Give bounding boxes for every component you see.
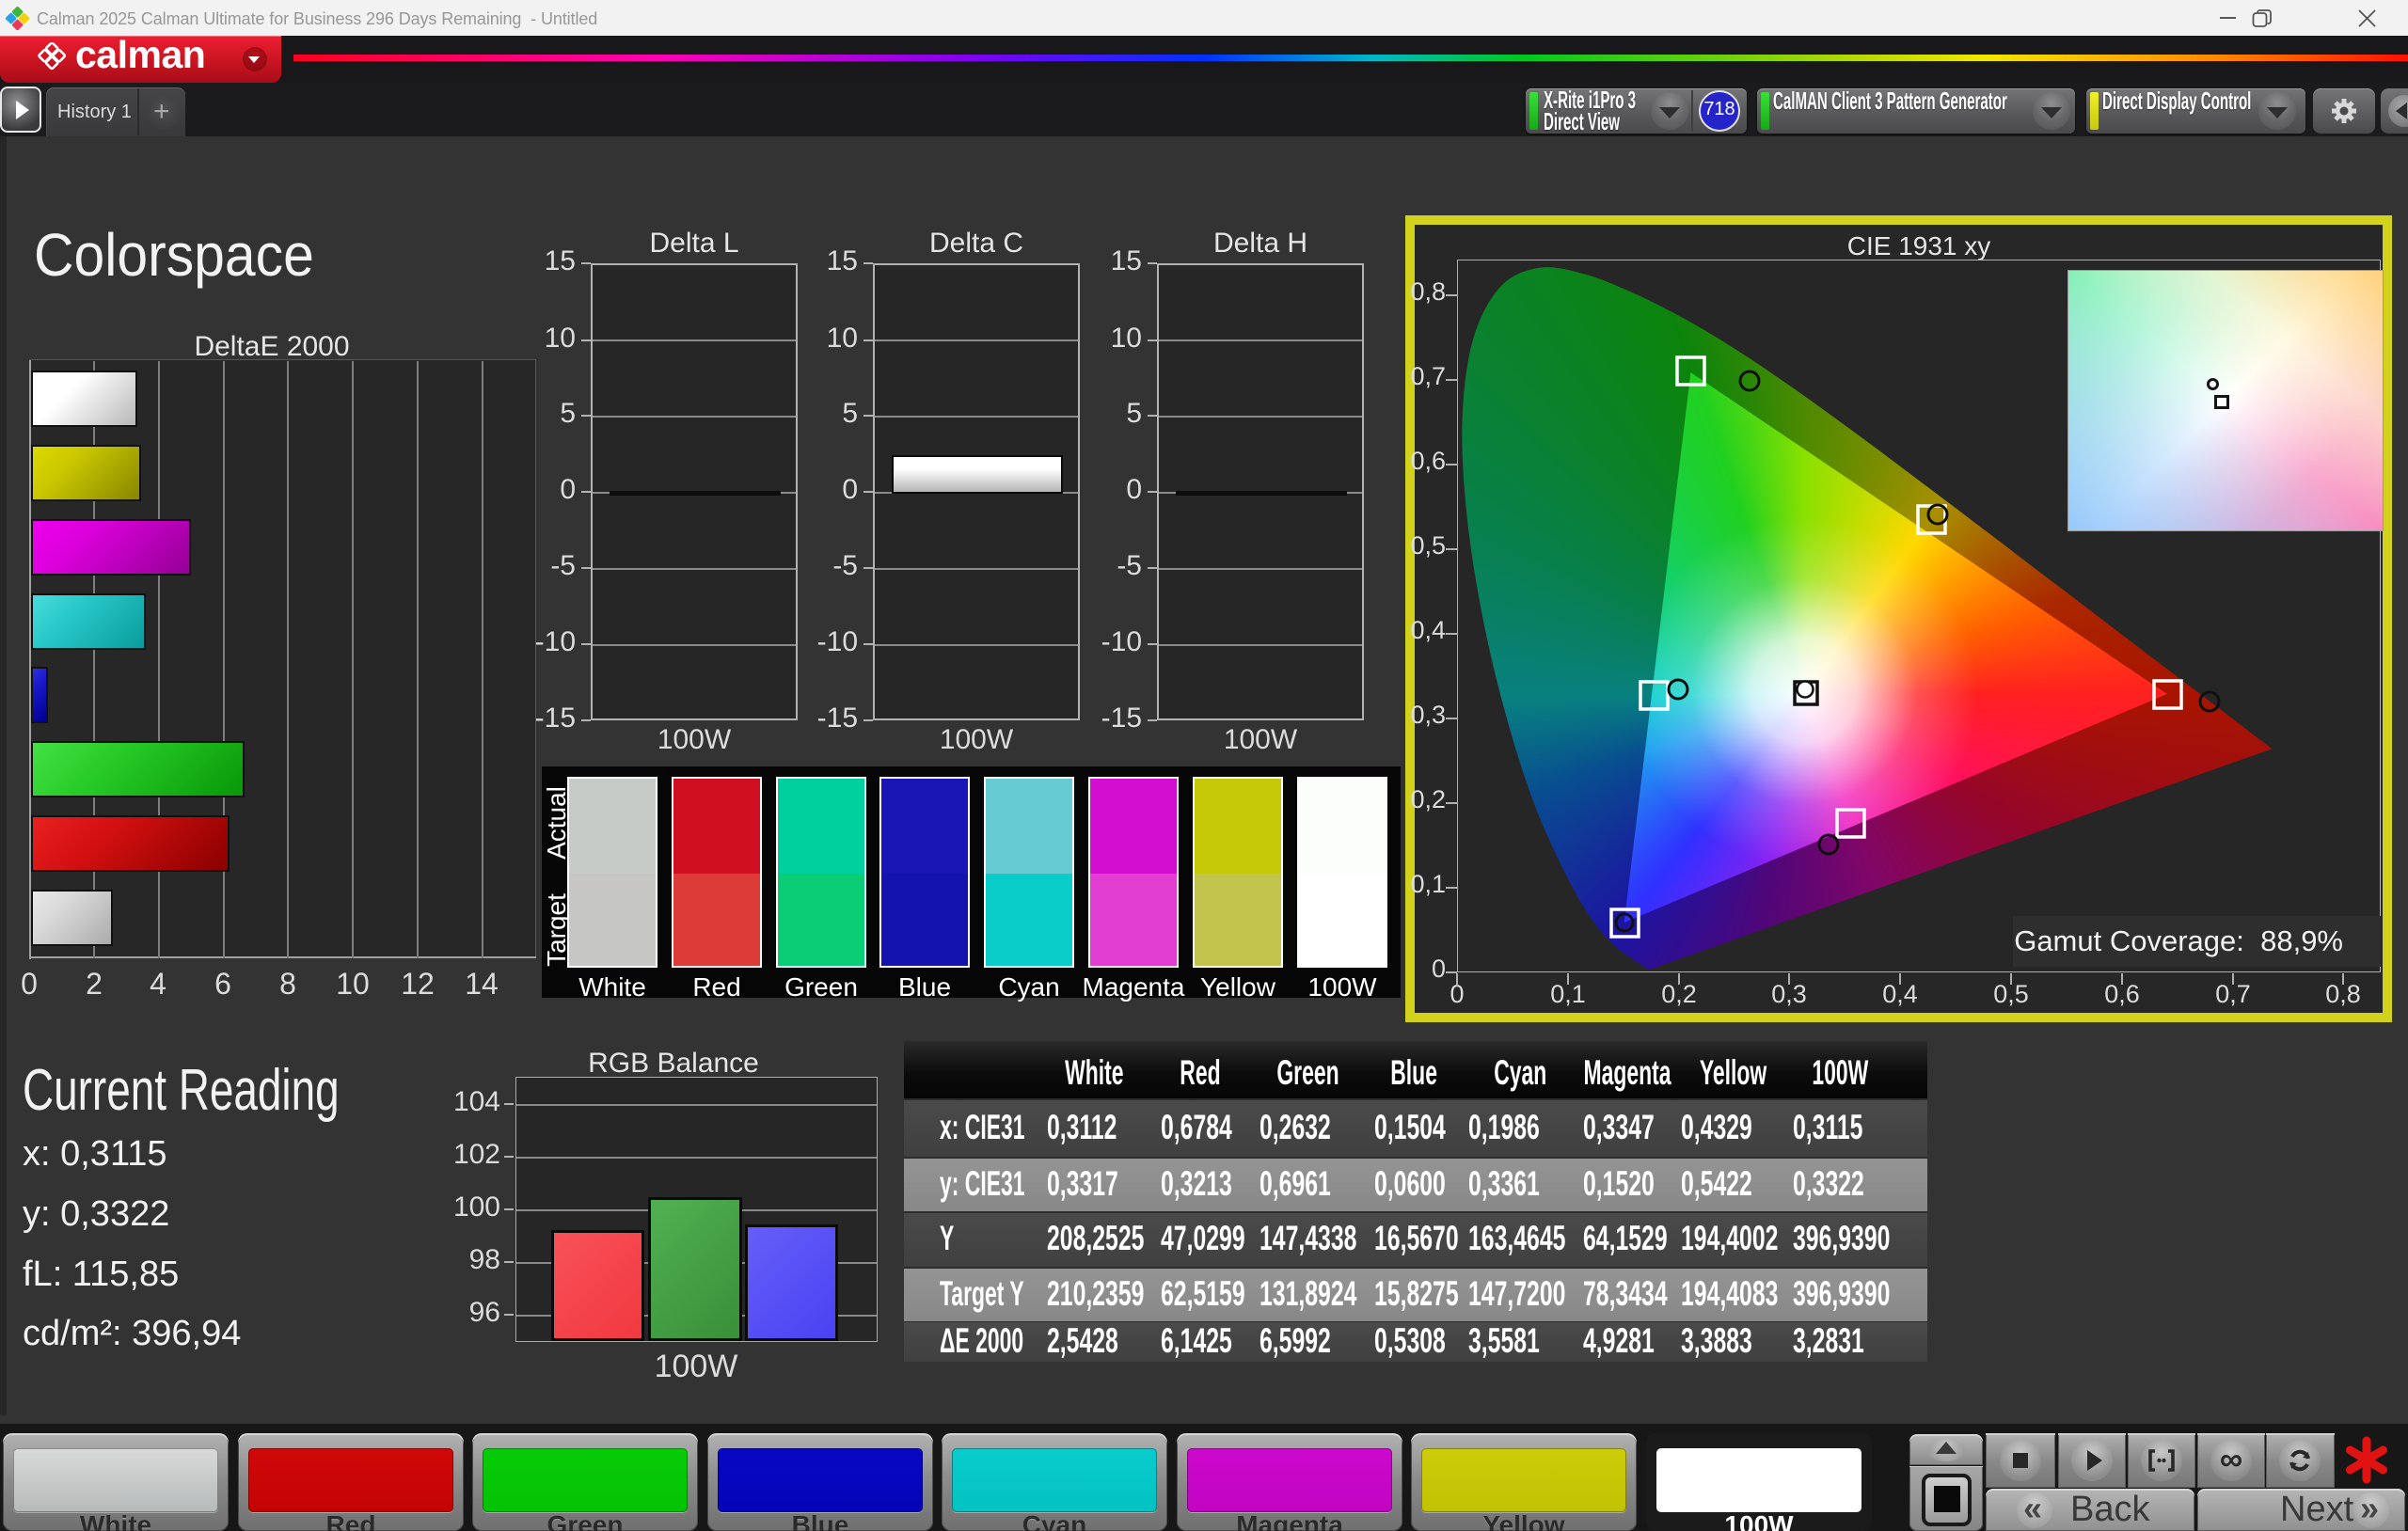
svg-text:Gamut Coverage: 88,9%: Gamut Coverage: 88,9%	[2014, 924, 2343, 957]
